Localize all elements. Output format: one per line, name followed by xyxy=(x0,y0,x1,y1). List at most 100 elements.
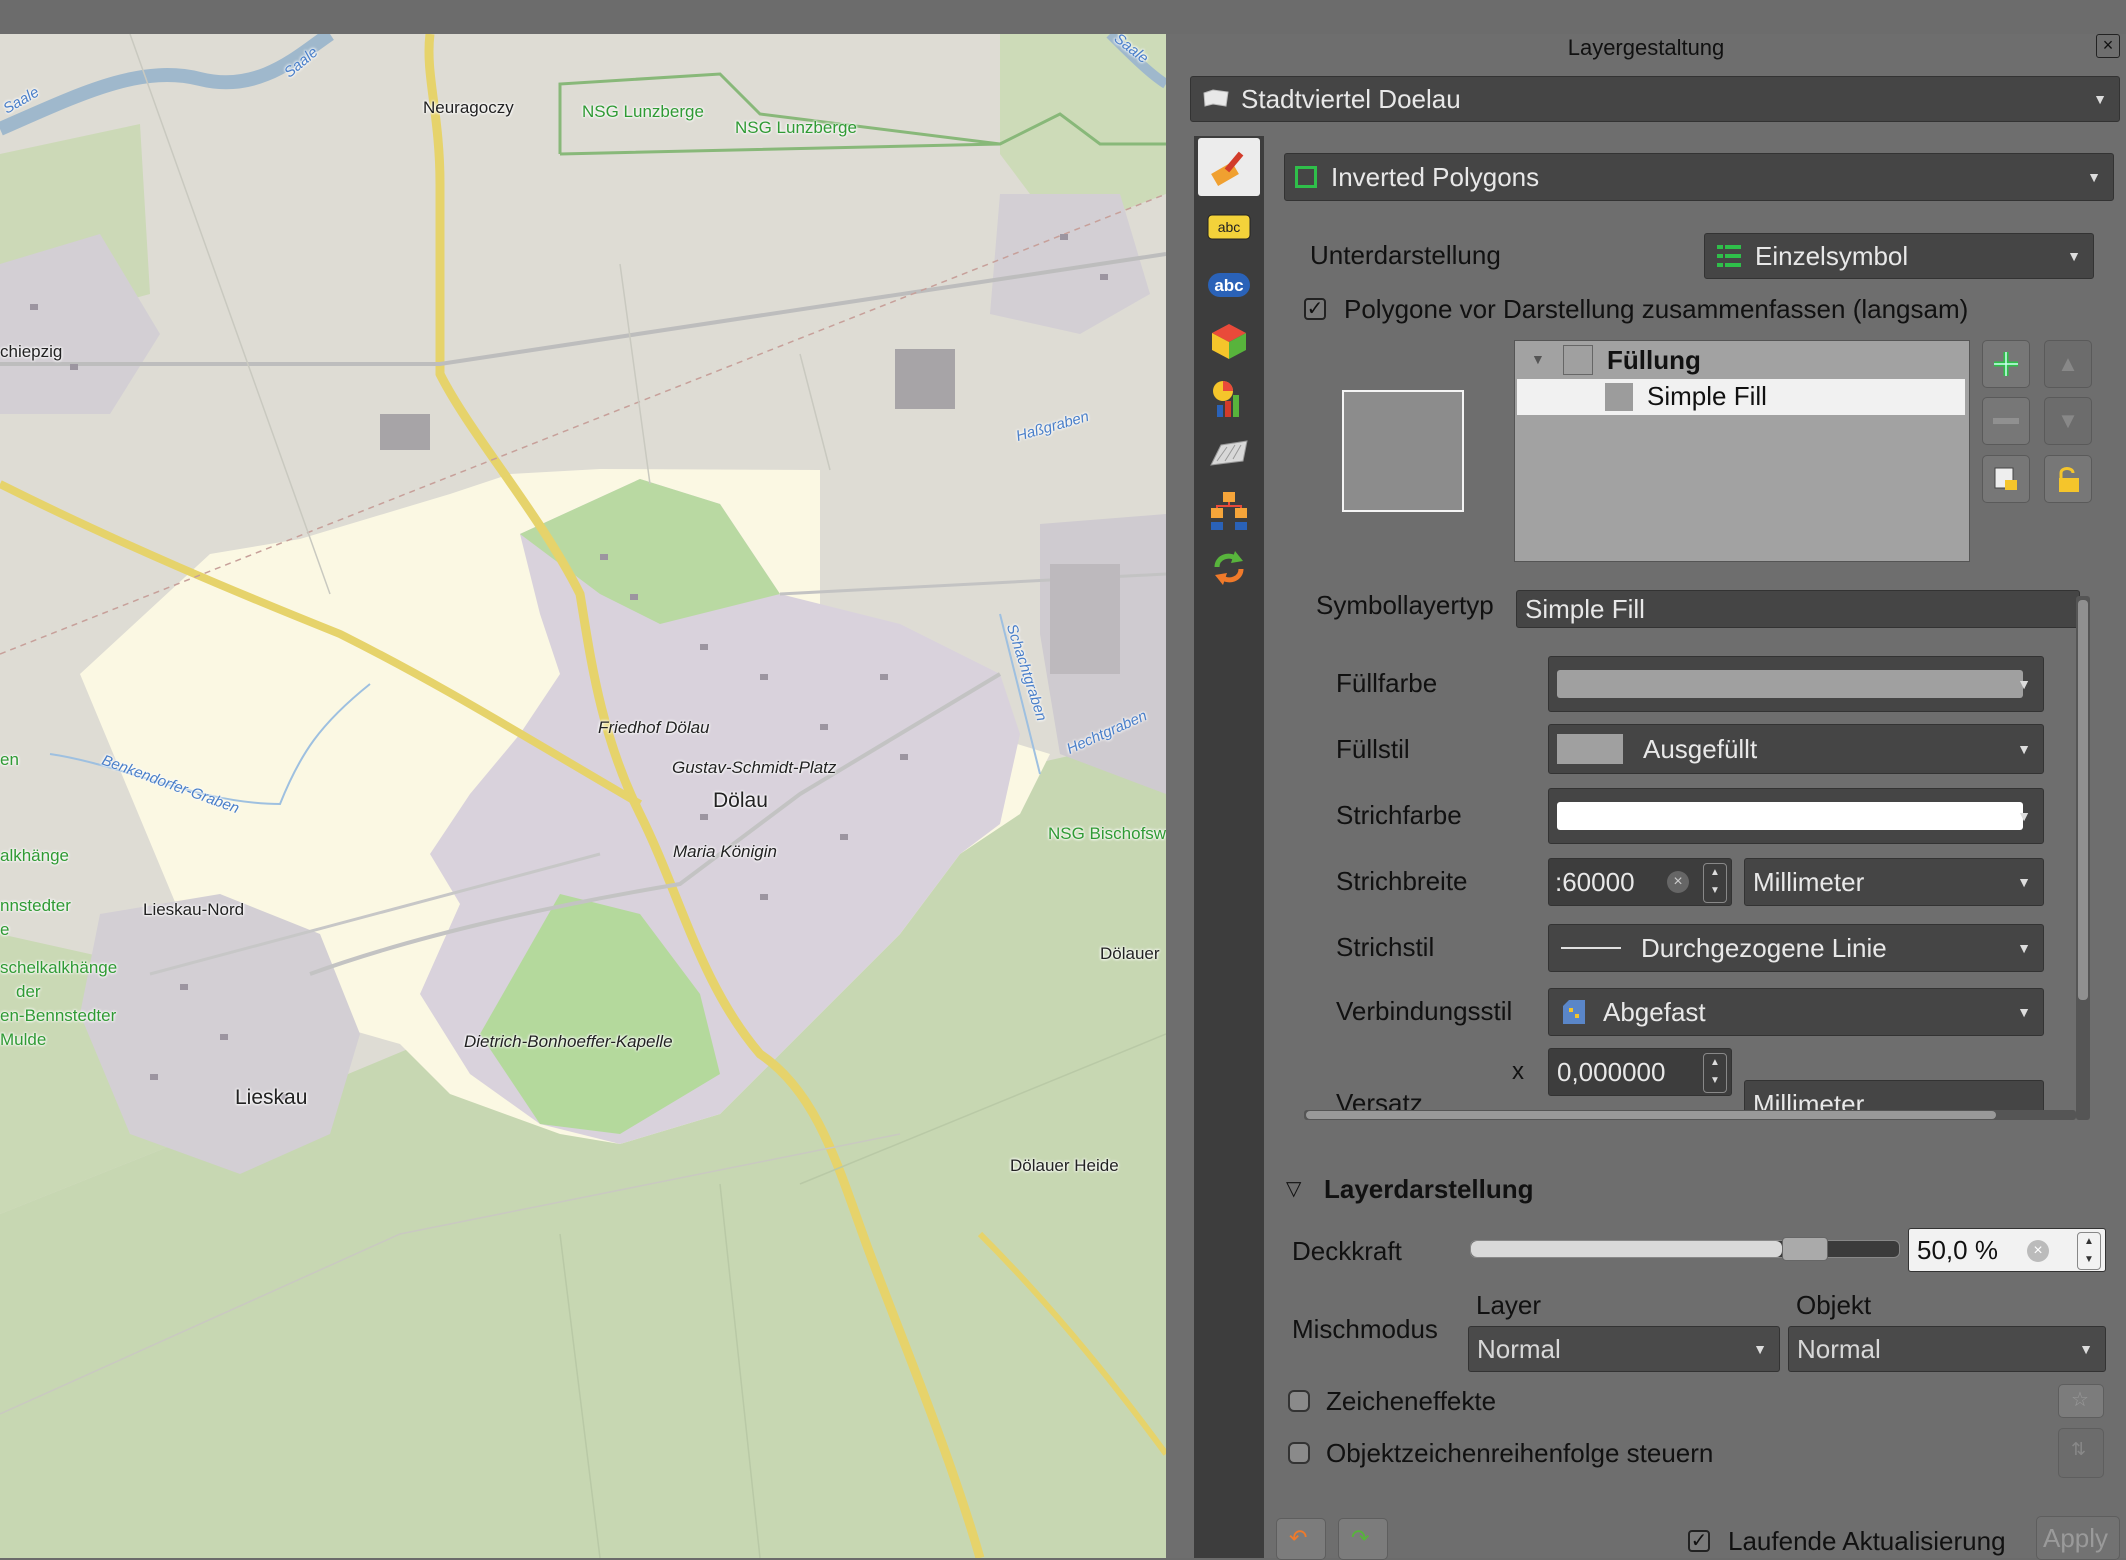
merge-polygons-checkbox[interactable]: ✓ xyxy=(1304,298,1326,320)
close-icon[interactable]: × xyxy=(2096,34,2120,58)
layer-select[interactable]: Stadtviertel Doelau ▼ xyxy=(1190,76,2120,122)
opacity-slider-handle[interactable] xyxy=(1782,1237,1828,1261)
lock-layer-button[interactable] xyxy=(2044,455,2092,503)
blend-object-label: Objekt xyxy=(1796,1290,1872,1320)
plus-icon xyxy=(1994,352,2018,376)
tree-expand-icon[interactable]: ▼ xyxy=(1531,351,1545,367)
sub-renderer-select[interactable]: Einzelsymbol ▼ xyxy=(1704,233,2094,279)
draw-effects-button[interactable]: ☆ xyxy=(2058,1384,2104,1418)
tree-parent-fill[interactable]: Füllung xyxy=(1607,345,1701,376)
opacity-spinbox[interactable]: 50,0 % × ▲ ▼ xyxy=(1908,1228,2106,1272)
fill-color-label: Füllfarbe xyxy=(1336,668,1438,698)
draw-effects-checkbox[interactable] xyxy=(1288,1390,1310,1412)
blend-object-select[interactable]: Normal ▼ xyxy=(1788,1326,2106,1372)
fill-style-select[interactable]: Ausgefüllt ▼ xyxy=(1548,724,2044,774)
svg-text:abc: abc xyxy=(1214,276,1243,295)
label-abc-white-icon[interactable]: abc xyxy=(1202,260,1256,310)
chevron-down-icon: ▼ xyxy=(2093,91,2107,107)
inverted-polygon-icon xyxy=(1295,166,1317,188)
map-label-lieskau: Lieskau xyxy=(235,1086,308,1109)
diagram-icon[interactable] xyxy=(1202,374,1256,424)
fill-swatch xyxy=(1563,345,1593,375)
move-down-button[interactable]: ▼ xyxy=(2044,397,2092,445)
horizontal-scrollbar-thumb[interactable] xyxy=(1306,1111,1996,1119)
spin-arrows-icon[interactable]: ▲ ▼ xyxy=(2077,1232,2101,1270)
remove-symbol-layer-button[interactable] xyxy=(1982,397,2030,445)
control-feature-order-checkbox[interactable] xyxy=(1288,1442,1310,1464)
stroke-width-value: :60000 xyxy=(1555,866,1635,897)
map-label-doelauer-heide: Dölauer Heide xyxy=(1010,1156,1119,1175)
fill-color-button[interactable]: ▼ xyxy=(1548,656,2044,712)
vertical-scrollbar[interactable] xyxy=(2076,596,2090,1120)
map-label-schelkalkhaenge: schelkalkhänge xyxy=(0,958,118,977)
add-symbol-layer-button[interactable] xyxy=(1982,340,2030,388)
tree-child-simple-fill: Simple Fill xyxy=(1647,381,1767,411)
move-up-button[interactable]: ▲ xyxy=(2044,340,2092,388)
fill-style-value: Ausgefüllt xyxy=(1643,733,1758,764)
redo-button[interactable]: ↷ xyxy=(1338,1518,1388,1560)
map-label-doelauer: Dölauer xyxy=(1100,944,1160,963)
tree-row-selected[interactable]: Simple Fill xyxy=(1517,379,1965,415)
collapse-triangle-icon[interactable]: ▽ xyxy=(1286,1176,1301,1201)
chevron-down-icon: ▼ xyxy=(2079,1341,2093,1357)
label-abc-yellow-icon[interactable]: abc xyxy=(1202,202,1256,252)
map-label-mulde: Mulde xyxy=(0,1030,47,1049)
arrow-down-icon: ▼ xyxy=(2057,408,2079,433)
stroke-color-button[interactable]: ▼ xyxy=(1548,788,2044,844)
bevel-join-icon xyxy=(1563,1000,1585,1024)
style-tab-sidebar: abc abc xyxy=(1194,136,1264,1558)
undo-button[interactable]: ↶ xyxy=(1276,1518,1326,1560)
symbol-layer-type-select[interactable]: Simple Fill xyxy=(1516,590,2080,628)
offset-unit-select[interactable]: Millimeter xyxy=(1744,1080,2044,1114)
opacity-label: Deckkraft xyxy=(1292,1236,1402,1266)
star-icon: ☆ xyxy=(2071,1389,2089,1411)
apply-button-label: Apply xyxy=(2043,1523,2109,1553)
layer-rendering-header[interactable]: Layerdarstellung xyxy=(1324,1174,1534,1205)
merge-polygons-label: Polygone vor Darstellung zusammenfassen … xyxy=(1344,294,1969,324)
stroke-width-unit-select[interactable]: Millimeter ▼ xyxy=(1744,858,2044,906)
symbol-layer-tree[interactable]: ▼ Füllung Simple Fill xyxy=(1514,340,1970,562)
duplicate-layer-button[interactable] xyxy=(1982,455,2030,503)
map-label-friedhof: Friedhof Dölau xyxy=(598,718,710,737)
renderer-value: Inverted Polygons xyxy=(1331,161,1540,192)
vertical-scrollbar-thumb[interactable] xyxy=(2078,600,2088,1000)
symbol-layer-type-label: Symbollayertyp xyxy=(1316,590,1494,620)
apply-button[interactable]: Apply xyxy=(2036,1516,2120,1560)
sort-icon: ⇅ xyxy=(2071,1439,2087,1459)
fill-style-swatch xyxy=(1557,734,1623,764)
clear-icon[interactable]: × xyxy=(1667,871,1689,893)
undo-icon: ↶ xyxy=(1289,1525,1308,1550)
live-update-checkbox[interactable]: ✓ xyxy=(1688,1530,1710,1552)
map-label-nnstedter: nnstedter xyxy=(0,896,71,915)
stroke-style-value: Durchgezogene Linie xyxy=(1641,932,1887,963)
blend-layer-select[interactable]: Normal ▼ xyxy=(1468,1326,1780,1372)
symbol-preview xyxy=(1342,390,1464,512)
map-canvas[interactable]: Neuragoczy NSG Lunzberge NSG Lunzberge S… xyxy=(0,34,1166,1558)
opacity-slider[interactable] xyxy=(1470,1237,1900,1261)
chevron-down-icon: ▼ xyxy=(2017,1004,2031,1020)
join-style-value: Abgefast xyxy=(1603,996,1706,1027)
panel-title: Layergestaltung xyxy=(1567,35,1725,60)
feature-order-button[interactable]: ⇅ xyxy=(2058,1428,2104,1478)
stroke-style-select[interactable]: Durchgezogene Linie ▼ xyxy=(1548,924,2044,972)
history-icon[interactable] xyxy=(1202,542,1256,592)
blend-object-value: Normal xyxy=(1797,1333,1881,1364)
stroke-width-spinbox[interactable]: :60000 × ▲ ▼ xyxy=(1548,858,1732,906)
duplicate-icon xyxy=(1994,467,2017,490)
renderer-select[interactable]: Inverted Polygons ▼ xyxy=(1284,153,2114,201)
clear-icon[interactable]: × xyxy=(2027,1240,2049,1262)
horizontal-scrollbar[interactable] xyxy=(1304,1110,2076,1120)
fields-icon[interactable] xyxy=(1202,430,1256,480)
live-update-label: Laufende Aktualisierung xyxy=(1728,1526,2006,1556)
stroke-width-label: Strichbreite xyxy=(1336,866,1468,896)
map-label-schiepzig: chiepzig xyxy=(0,342,63,361)
spin-arrows-icon[interactable]: ▲ ▼ xyxy=(1703,863,1727,903)
chevron-down-icon: ▼ xyxy=(2087,169,2101,185)
3d-cube-icon[interactable] xyxy=(1202,316,1256,366)
paintbrush-icon[interactable] xyxy=(1198,138,1260,196)
draw-effects-label: Zeicheneffekte xyxy=(1326,1386,1497,1416)
join-style-select[interactable]: Abgefast ▼ xyxy=(1548,988,2044,1036)
sub-renderer-value: Einzelsymbol xyxy=(1755,240,1909,271)
hierarchy-icon[interactable] xyxy=(1202,486,1256,536)
chevron-down-icon: ▼ xyxy=(1753,1341,1767,1357)
